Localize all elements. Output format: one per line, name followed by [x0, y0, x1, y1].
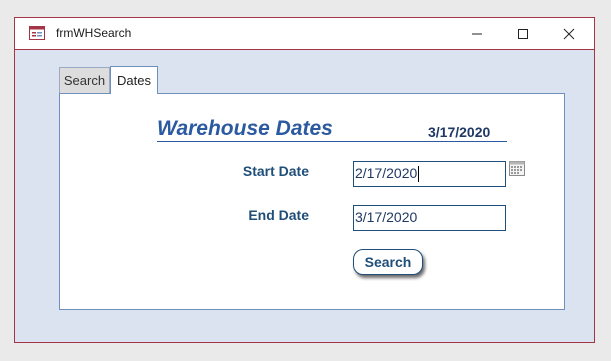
end-date-label: End Date: [248, 207, 309, 223]
end-date-value: 3/17/2020: [355, 209, 418, 225]
calendar-icon[interactable]: [509, 161, 525, 176]
text-cursor: [418, 166, 420, 183]
tab-dates[interactable]: Dates: [110, 66, 158, 94]
search-button[interactable]: Search: [353, 249, 423, 275]
title-bar[interactable]: frmWHSearch: [15, 18, 594, 50]
access-form-icon: [29, 26, 45, 40]
start-date-value: 2/17/2020: [355, 165, 418, 181]
today-date: 3/17/2020: [428, 124, 491, 140]
form-body: Search Dates Warehouse Dates 3/17/2020 S…: [15, 50, 594, 342]
dates-tab-panel: Warehouse Dates 3/17/2020 Start Date 2/1…: [59, 93, 565, 310]
form-window: frmWHSearch Search Dates Warehouse Dates…: [14, 17, 595, 343]
start-date-label: Start Date: [242, 163, 309, 179]
maximize-icon: [518, 28, 528, 39]
close-icon: [563, 28, 575, 39]
minimize-icon: [472, 33, 482, 34]
end-date-field[interactable]: 3/17/2020: [353, 205, 506, 231]
window-title: frmWHSearch: [56, 26, 132, 40]
tab-search[interactable]: Search: [59, 67, 110, 93]
minimize-button[interactable]: [454, 18, 500, 49]
form-heading: Warehouse Dates: [157, 117, 333, 140]
maximize-button[interactable]: [500, 18, 546, 49]
heading-underline: [157, 141, 507, 142]
start-date-field[interactable]: 2/17/2020: [353, 161, 506, 187]
close-button[interactable]: [546, 18, 592, 49]
